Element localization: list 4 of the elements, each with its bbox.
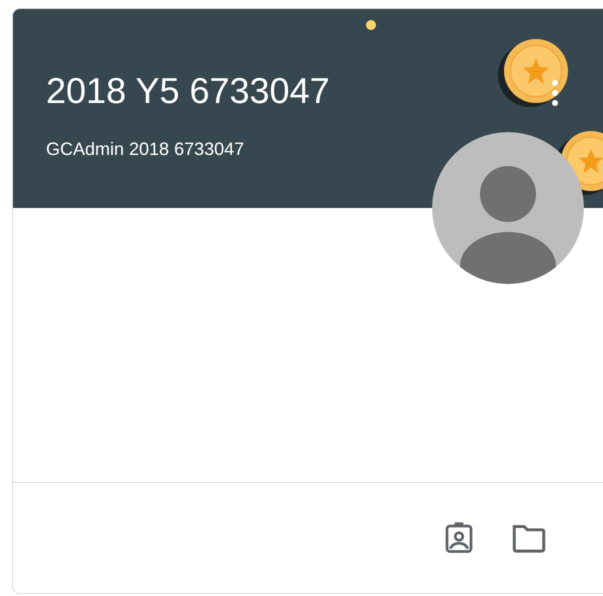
- class-title[interactable]: 2018 Y5 6733047: [46, 69, 603, 113]
- avatar-icon: [432, 132, 584, 284]
- more-options-icon[interactable]: [551, 79, 559, 107]
- class-subtitle: GCAdmin 2018 6733047: [46, 138, 246, 161]
